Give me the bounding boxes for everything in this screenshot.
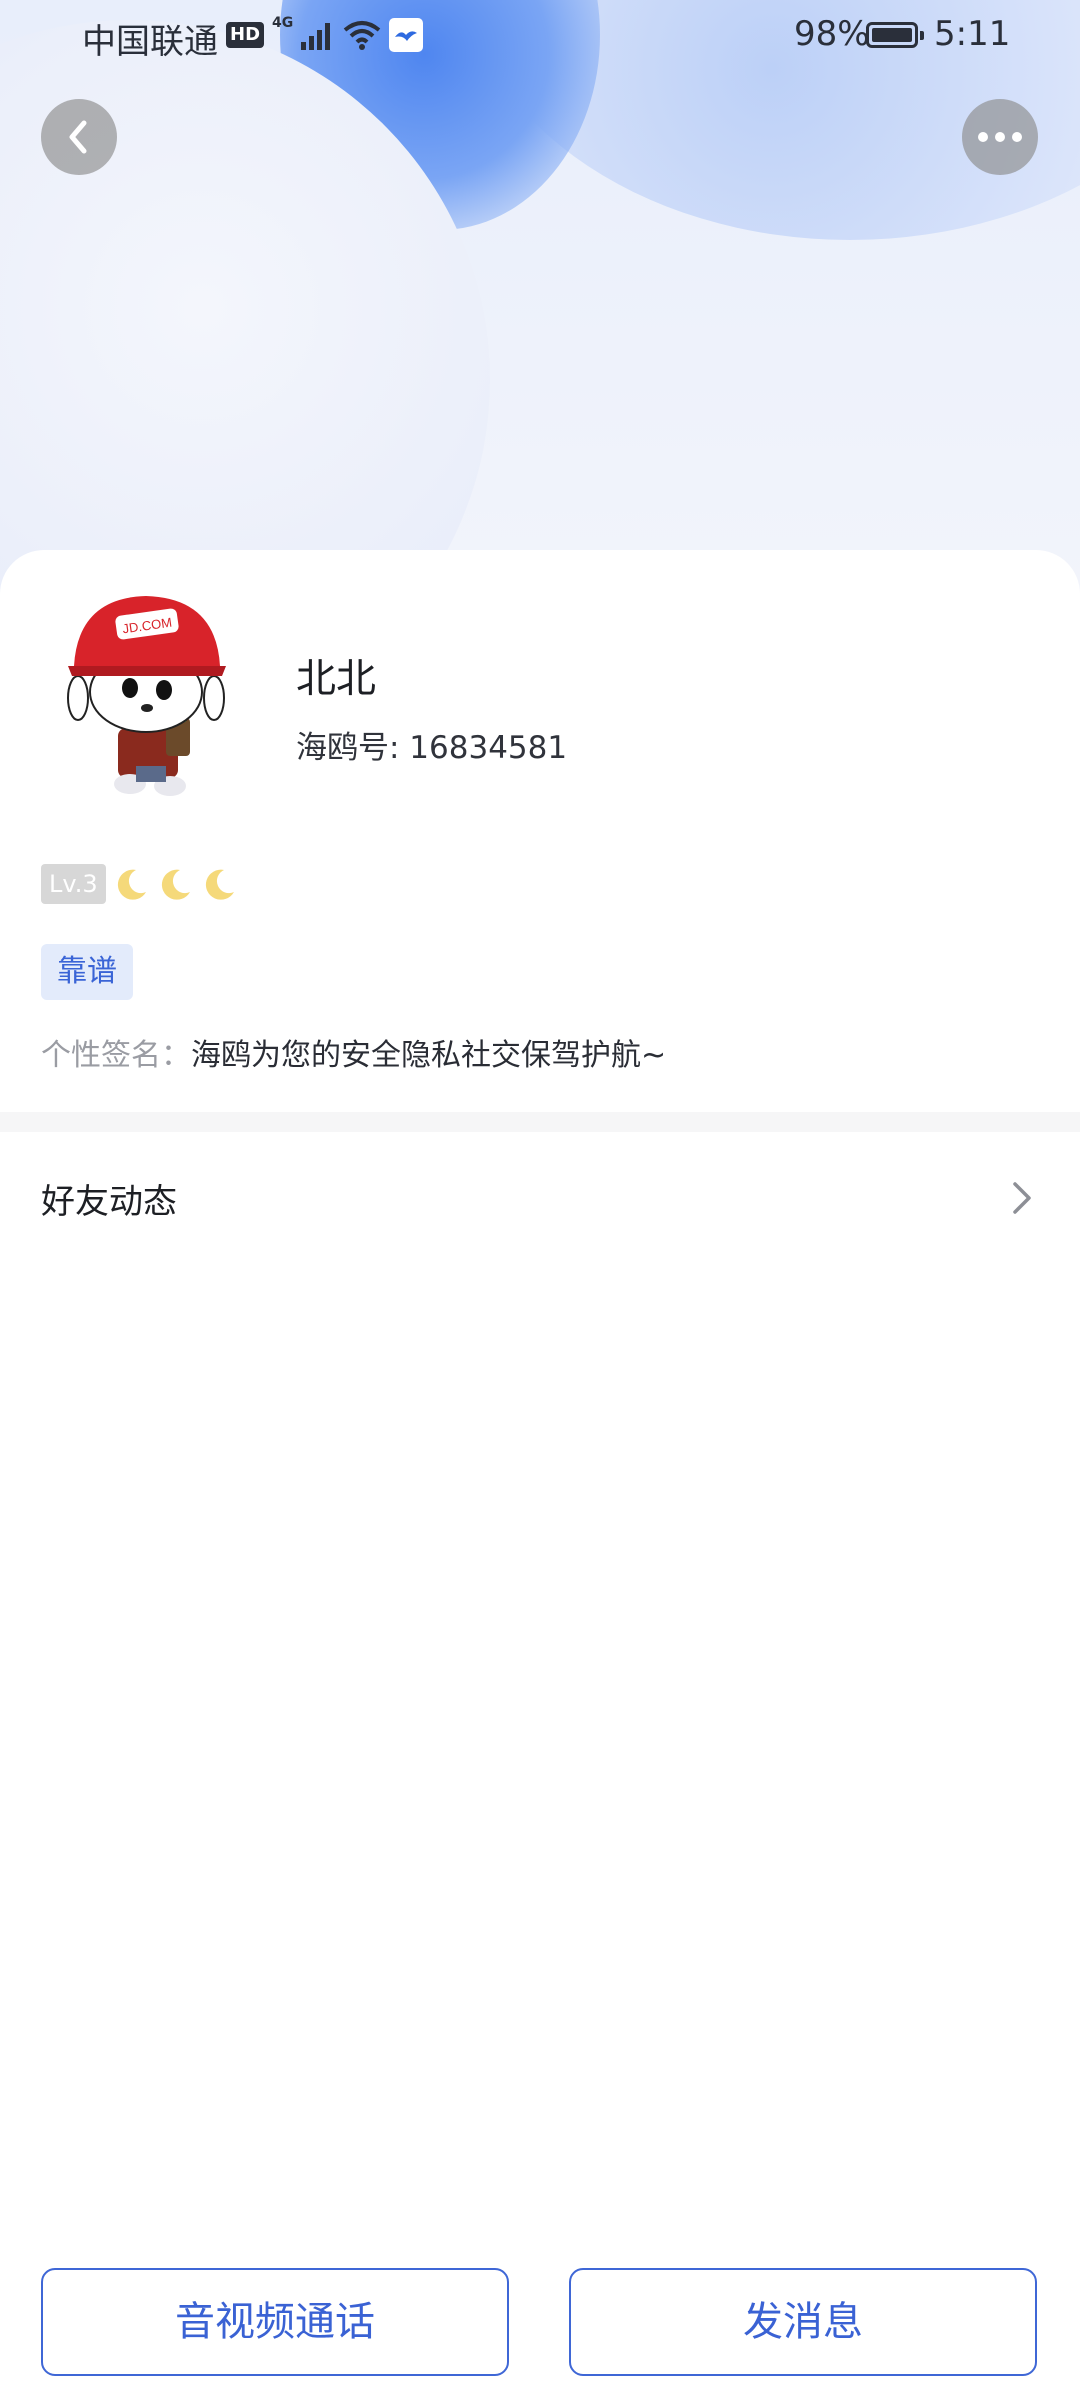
battery-icon [866, 22, 924, 48]
personality-tag: 靠谱 [41, 944, 133, 1000]
signature-text: 海鸥为您的安全隐私社交保驾护航~ [191, 1038, 667, 1073]
level-row: Lv.3 [41, 864, 238, 904]
user-id: 海鸥号: 16834581 [296, 730, 568, 766]
header-background [0, 0, 1080, 600]
back-button[interactable] [41, 99, 117, 175]
status-bar: 中国联通 HD 4G 98% 5:11 [0, 0, 1080, 72]
app-notification-icon [389, 18, 424, 52]
friend-activity-row[interactable]: 好友动态 [0, 1132, 1080, 1264]
signature-label: 个性签名： [41, 1038, 191, 1073]
clock: 5:11 [934, 14, 1011, 54]
more-dots-icon [978, 132, 1022, 142]
chevron-right-icon [1013, 1182, 1031, 1214]
level-badge: Lv.3 [41, 864, 106, 904]
send-message-button[interactable]: 发消息 [569, 2268, 1037, 2376]
friend-activity-label: 好友动态 [41, 1182, 177, 1222]
hd-icon: HD [226, 22, 265, 48]
avatar[interactable]: JD.COM [58, 588, 234, 798]
profile-card: JD.COM 北北 海鸥号: 16834581 Lv.3 靠谱 个性签名：海鸥为… [0, 550, 1080, 1110]
user-name: 北北 [296, 656, 376, 702]
moon-icon [161, 869, 190, 900]
chevron-left-icon [69, 120, 87, 154]
network-type: 4G [272, 15, 294, 31]
moon-icon [117, 869, 146, 900]
carrier-name: 中国联通 [82, 22, 218, 62]
signature-row: 个性签名：海鸥为您的安全隐私社交保驾护航~ [41, 1030, 666, 1074]
battery-percent: 98% [794, 14, 870, 54]
section-divider [0, 1112, 1080, 1132]
moon-icon [205, 869, 234, 900]
wifi-icon [343, 21, 381, 50]
more-options-button[interactable] [962, 99, 1038, 175]
video-call-button[interactable]: 音视频通话 [41, 2268, 509, 2376]
status-icons: HD 4G [226, 15, 424, 52]
profile-screen: 中国联通 HD 4G 98% 5:11 JD.COM 北北 海鸥号: 16834… [0, 0, 1080, 2400]
signal-icon [301, 23, 331, 50]
